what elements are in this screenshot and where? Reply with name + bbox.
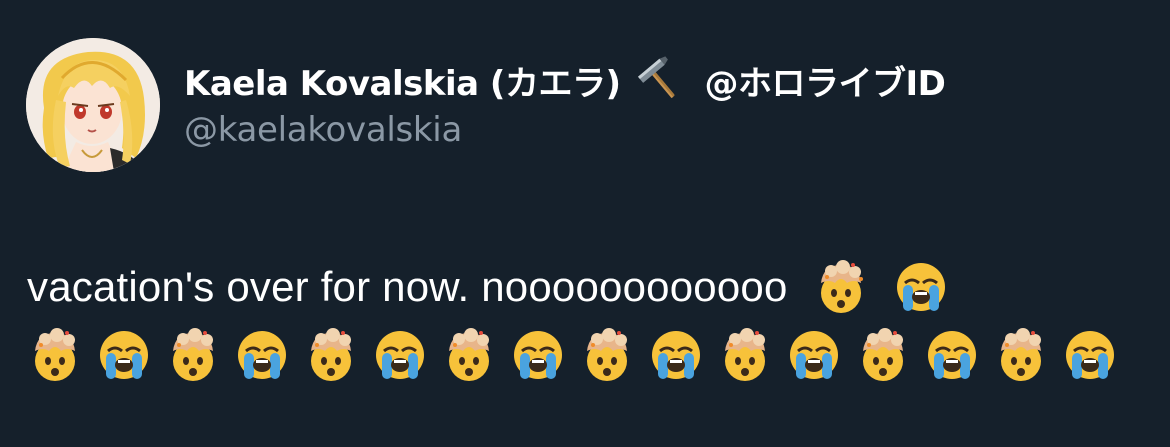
exploding-head-icon	[579, 327, 635, 383]
tweet-text-line-1: vacation's over for now. noooooooooooo	[27, 250, 1157, 321]
exploding-head-icon	[27, 327, 83, 383]
exploding-head-icon	[441, 327, 497, 383]
author-handle[interactable]: @kaelakovalskia	[184, 110, 462, 150]
loudly-crying-face-icon	[510, 327, 566, 383]
exploding-head-icon	[165, 327, 221, 383]
exploding-head-icon	[993, 327, 1049, 383]
hammer-icon	[635, 56, 683, 104]
exploding-head-icon	[717, 327, 773, 383]
loudly-crying-face-icon	[786, 327, 842, 383]
profile-avatar[interactable]	[26, 38, 160, 172]
tweet-text-body: vacation's over for now. noooooooooooo	[27, 262, 788, 310]
tweet: Kaela Kovalskia (カエラ) @ホロライブID @kaelakov…	[0, 0, 1170, 447]
exploding-head-icon	[303, 327, 359, 383]
loudly-crying-face-icon	[372, 327, 428, 383]
tweet-emoji-line	[27, 321, 1157, 389]
loudly-crying-face-icon	[648, 327, 704, 383]
loudly-crying-face-icon	[924, 327, 980, 383]
exploding-head-icon	[813, 259, 869, 315]
loudly-crying-face-icon	[1062, 327, 1118, 383]
author-name-row: Kaela Kovalskia (カエラ) @ホロライブID	[184, 52, 946, 108]
author-display-name[interactable]: Kaela Kovalskia (カエラ)	[184, 56, 621, 105]
loudly-crying-face-icon	[234, 327, 290, 383]
tweet-text: vacation's over for now. noooooooooooo	[27, 250, 1157, 389]
author-affiliation[interactable]: @ホロライブID	[705, 56, 946, 105]
loudly-crying-face-icon	[96, 327, 152, 383]
loudly-crying-face-icon	[893, 259, 949, 315]
exploding-head-icon	[855, 327, 911, 383]
